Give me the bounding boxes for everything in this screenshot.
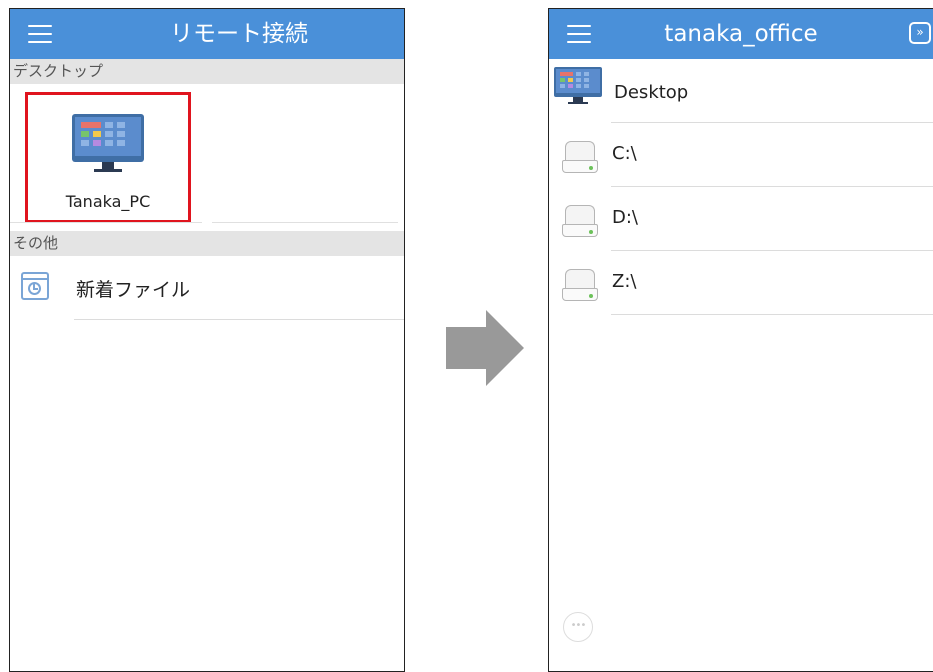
drive-icon bbox=[562, 141, 598, 173]
divider bbox=[10, 222, 202, 223]
left-app-bar: リモート接続 bbox=[10, 9, 404, 59]
list-item-drive-d[interactable]: D:\ bbox=[549, 187, 933, 251]
pc-tile-tanaka[interactable]: Tanaka_PC bbox=[25, 92, 191, 223]
recent-files-icon bbox=[21, 272, 49, 300]
list-item-label: C:\ bbox=[612, 143, 637, 164]
section-header-other: その他 bbox=[10, 231, 404, 256]
drive-icon bbox=[562, 269, 598, 301]
expand-chevron-icon[interactable]: » bbox=[909, 22, 931, 44]
page-title: リモート接続 bbox=[170, 21, 308, 47]
list-item-drive-z[interactable]: Z:\ bbox=[549, 251, 933, 315]
list-item-label: Z:\ bbox=[612, 271, 637, 292]
right-phone-screen: tanaka_office » Desktop C:\ D:\ Z:\ ••• bbox=[548, 8, 933, 672]
more-options-icon[interactable]: ••• bbox=[563, 612, 593, 642]
pc-tile-label: Tanaka_PC bbox=[65, 192, 151, 211]
list-item-desktop[interactable]: Desktop bbox=[549, 59, 933, 123]
monitor-icon bbox=[72, 114, 144, 162]
desktop-icon bbox=[554, 67, 602, 105]
list-item-label: 新着ファイル bbox=[76, 279, 191, 301]
list-item-label: D:\ bbox=[612, 207, 638, 228]
list-item-label: Desktop bbox=[614, 82, 689, 103]
hamburger-menu-icon[interactable] bbox=[28, 25, 52, 43]
desktop-tile-grid: Tanaka_PC bbox=[10, 84, 404, 224]
page-title: tanaka_office bbox=[664, 21, 818, 47]
right-app-bar: tanaka_office » bbox=[549, 9, 933, 59]
list-item-recent-files[interactable]: 新着ファイル bbox=[10, 256, 404, 320]
list-item-drive-c[interactable]: C:\ bbox=[549, 123, 933, 187]
section-header-desktop: デスクトップ bbox=[10, 59, 404, 84]
divider bbox=[212, 222, 398, 223]
right-arrow-icon bbox=[446, 310, 524, 386]
drive-icon bbox=[562, 205, 598, 237]
left-phone-screen: リモート接続 デスクトップ Tanaka_PC その他 新着ファイル bbox=[9, 8, 405, 672]
